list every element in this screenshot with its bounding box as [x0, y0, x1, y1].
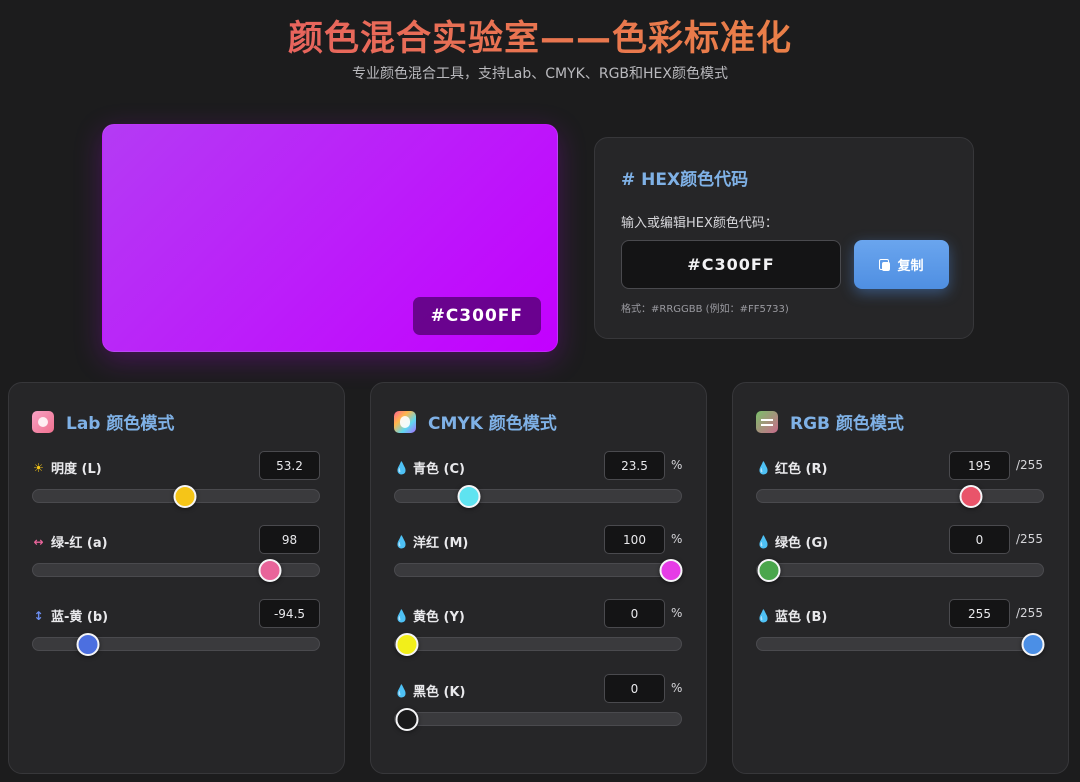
cmyk-heading-label: CMYK 颜色模式 — [428, 414, 557, 434]
hex-input-label: 输入或编辑HEX颜色代码： — [621, 216, 778, 231]
sliders-icon — [756, 410, 778, 433]
blue-drop-icon: 💧 — [756, 608, 771, 623]
control-label: 明度 (L) — [51, 462, 102, 477]
hex-format-hint: 格式：#RRGGBB (例如：#FF5733) — [621, 304, 789, 315]
copy-button-label: 复制 — [897, 259, 924, 274]
max-value-unit: /255 — [1016, 458, 1043, 472]
rgb-r-input[interactable] — [949, 451, 1010, 480]
lab-control-b: ↕ 蓝-黄 (b) — [32, 599, 322, 659]
color-preview-swatch: #C300FF — [102, 124, 558, 352]
slider-thumb[interactable] — [173, 485, 197, 508]
page-subtitle: 专业颜色混合工具，支持Lab、CMYK、RGB和HEX颜色模式 — [352, 66, 728, 82]
control-label: 绿-红 (a) — [51, 536, 108, 551]
percent-unit: % — [671, 532, 683, 546]
rgb-g-input[interactable] — [949, 525, 1010, 554]
lab-panel: Lab 颜色模式 ☀ 明度 (L) ↔ 绿-红 (a) ↕ 蓝-黄 (b) — [8, 382, 345, 774]
page-title: 颜色混合实验室——色彩标准化 — [0, 10, 1080, 61]
control-label: 绿色 (G) — [775, 536, 829, 551]
lab-heading-label: Lab 颜色模式 — [66, 414, 175, 434]
cmyk-control-k: 💧 黑色 (K) % — [394, 674, 684, 734]
red-drop-icon: 💧 — [756, 460, 771, 475]
cmyk-m-slider[interactable] — [394, 559, 683, 582]
rgb-b-slider[interactable] — [756, 633, 1045, 656]
cmyk-m-input[interactable] — [604, 525, 665, 554]
rgb-heading-label: RGB 颜色模式 — [790, 414, 904, 434]
left-right-arrow-icon: ↔ — [33, 534, 44, 549]
lab-panel-heading: Lab 颜色模式 — [32, 409, 174, 434]
control-label: 黑色 (K) — [413, 685, 466, 700]
control-label: 黄色 (Y) — [413, 610, 465, 625]
copy-icon — [879, 258, 891, 271]
cmyk-y-input[interactable] — [604, 599, 665, 628]
lab-l-input[interactable] — [259, 451, 320, 480]
black-drop-icon: 💧 — [394, 683, 409, 698]
hex-panel: # HEX颜色代码 输入或编辑HEX颜色代码： 复制 格式：#RRGGBB (例… — [594, 137, 974, 339]
lab-a-input[interactable] — [259, 525, 320, 554]
sun-icon: ☀ — [33, 460, 44, 475]
lab-l-slider[interactable] — [32, 485, 320, 508]
green-drop-icon: 💧 — [756, 534, 771, 549]
rgb-panel: RGB 颜色模式 💧 红色 (R) /255 💧 绿色 (G) /255 💧 蓝色 (… — [732, 382, 1069, 774]
slider-thumb[interactable] — [457, 485, 481, 508]
slider-thumb[interactable] — [395, 633, 419, 656]
slider-thumb[interactable] — [76, 633, 100, 656]
percent-unit: % — [671, 681, 683, 695]
cyan-drop-icon: 💧 — [394, 460, 409, 475]
up-down-arrow-icon: ↕ — [33, 608, 44, 623]
percent-unit: % — [671, 606, 683, 620]
slider-thumb[interactable] — [395, 708, 419, 731]
max-value-unit: /255 — [1016, 532, 1043, 546]
cmyk-y-slider[interactable] — [394, 633, 682, 656]
slider-thumb[interactable] — [757, 559, 781, 582]
cmyk-k-input[interactable] — [604, 674, 665, 703]
lab-b-slider[interactable] — [32, 633, 320, 656]
slider-thumb[interactable] — [258, 559, 282, 582]
hex-input[interactable] — [621, 240, 841, 289]
cmyk-control-c: 💧 青色 (C) % — [394, 451, 684, 511]
cmyk-c-slider[interactable] — [394, 485, 682, 508]
rainbow-icon — [394, 410, 416, 433]
lab-control-a: ↔ 绿-红 (a) — [32, 525, 322, 585]
magenta-drop-icon: 💧 — [394, 534, 409, 549]
control-label: 洋红 (M) — [413, 536, 469, 551]
cmyk-k-slider[interactable] — [394, 708, 682, 731]
cmyk-panel: CMYK 颜色模式 💧青色 (C) % 💧洋红 (M) % 💧黄色 (Y) % … — [370, 382, 707, 774]
rgb-control-g: 💧 绿色 (G) /255 — [756, 525, 1046, 585]
color-mixer-page: 颜色混合实验室——色彩标准化 专业颜色混合工具，支持Lab、CMYK、RGB和H… — [0, 0, 1080, 782]
preview-hex-badge: #C300FF — [412, 297, 541, 335]
slider-thumb[interactable] — [659, 559, 683, 582]
copy-button[interactable]: 复制 — [854, 240, 949, 289]
control-label: 红色 (R) — [775, 462, 828, 477]
cmyk-control-y: 💧 黄色 (Y) % — [394, 599, 684, 659]
rgb-g-slider[interactable] — [756, 559, 1044, 582]
rgb-panel-heading: RGB 颜色模式 — [756, 409, 904, 434]
rgb-b-input[interactable] — [949, 599, 1010, 628]
control-label: 蓝色 (B) — [775, 610, 828, 625]
slider-thumb[interactable] — [959, 485, 983, 508]
yellow-drop-icon: 💧 — [394, 608, 409, 623]
lab-b-input[interactable] — [259, 599, 320, 628]
cmyk-control-m: 💧 洋红 (M) % — [394, 525, 684, 585]
cmyk-panel-heading: CMYK 颜色模式 — [394, 409, 557, 434]
max-value-unit: /255 — [1016, 606, 1043, 620]
hex-panel-heading: # HEX颜色代码 — [621, 170, 749, 190]
rgb-control-b: 💧 蓝色 (B) /255 — [756, 599, 1046, 659]
lab-a-slider[interactable] — [32, 559, 320, 582]
palette-icon — [32, 410, 54, 433]
slider-thumb[interactable] — [1021, 633, 1045, 656]
cmyk-c-input[interactable] — [604, 451, 665, 480]
control-label: 青色 (C) — [413, 462, 465, 477]
lab-control-l: ☀ 明度 (L) — [32, 451, 322, 511]
rgb-r-slider[interactable] — [756, 485, 1044, 508]
control-label: 蓝-黄 (b) — [51, 610, 109, 625]
percent-unit: % — [671, 458, 683, 472]
rgb-control-r: 💧 红色 (R) /255 — [756, 451, 1046, 511]
